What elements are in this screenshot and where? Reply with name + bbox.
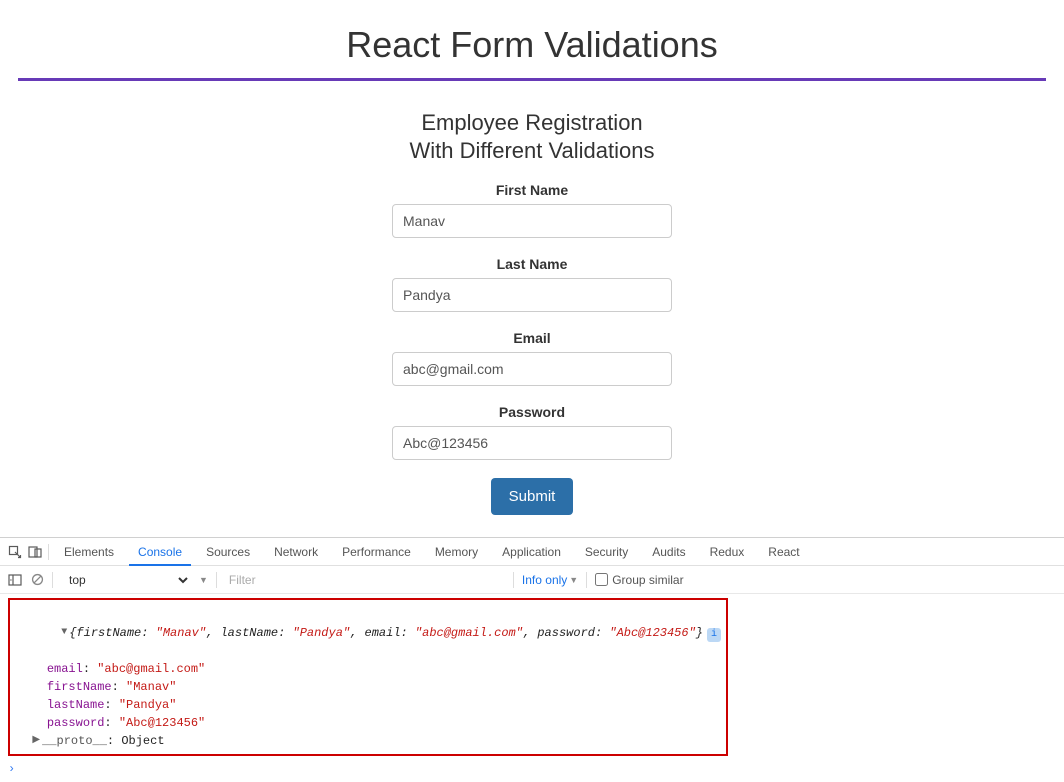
console-sidebar-toggle-icon[interactable] [8, 573, 22, 587]
header-divider [18, 78, 1046, 81]
tab-sources[interactable]: Sources [197, 538, 259, 566]
context-select[interactable]: top [61, 570, 191, 590]
field-password: Password [362, 404, 702, 460]
group-similar-label: Group similar [612, 573, 683, 587]
log-level-label: Info only [522, 573, 567, 587]
field-email: Email [362, 330, 702, 386]
console-prop-row: lastName: "Pandya" [18, 696, 718, 714]
console-prompt-icon[interactable]: › [0, 762, 1064, 782]
group-similar-checkbox[interactable] [595, 573, 608, 586]
last-name-label: Last Name [362, 256, 702, 272]
console-prop-row: firstName: "Manav" [18, 678, 718, 696]
info-badge-icon[interactable]: i [707, 628, 721, 642]
tab-security[interactable]: Security [576, 538, 637, 566]
last-name-input[interactable] [392, 278, 672, 312]
page-title: React Form Validations [0, 0, 1064, 78]
tab-elements[interactable]: Elements [55, 538, 123, 566]
email-label: Email [362, 330, 702, 346]
tab-network[interactable]: Network [265, 538, 327, 566]
form-heading-line1: Employee Registration [421, 110, 642, 135]
log-level-select[interactable]: Info only ▼ [522, 573, 578, 587]
console-prop-row: password: "Abc@123456" [18, 714, 718, 732]
tab-console[interactable]: Console [129, 538, 191, 566]
inspect-icon[interactable] [8, 545, 22, 559]
first-name-label: First Name [362, 182, 702, 198]
devtools-tabbar: Elements Console Sources Network Perform… [0, 538, 1064, 566]
submit-button[interactable]: Submit [491, 478, 574, 515]
context-caret-icon: ▼ [199, 575, 208, 585]
expand-toggle-icon[interactable]: ▶ [32, 735, 40, 746]
email-input[interactable] [392, 352, 672, 386]
tab-audits[interactable]: Audits [643, 538, 694, 566]
tab-performance[interactable]: Performance [333, 538, 420, 566]
password-label: Password [362, 404, 702, 420]
console-filter-input[interactable] [225, 571, 505, 589]
console-output: ▼{firstName: "Manav", lastName: "Pandya"… [8, 598, 728, 756]
field-last-name: Last Name [362, 256, 702, 312]
tab-application[interactable]: Application [493, 538, 570, 566]
registration-form: Employee Registration With Different Val… [362, 109, 702, 515]
form-heading-line2: With Different Validations [410, 138, 655, 163]
clear-console-icon[interactable] [30, 573, 44, 587]
console-subbar: top ▼ Info only ▼ Group similar [0, 566, 1064, 594]
tab-memory[interactable]: Memory [426, 538, 487, 566]
console-proto-row[interactable]: ▶__proto__: Object [18, 732, 718, 750]
first-name-input[interactable] [392, 204, 672, 238]
group-similar-toggle[interactable]: Group similar [595, 573, 683, 587]
form-heading: Employee Registration With Different Val… [362, 109, 702, 164]
tabbar-sep [48, 544, 49, 560]
log-level-caret-icon: ▼ [569, 575, 578, 585]
tab-react[interactable]: React [759, 538, 808, 566]
field-first-name: First Name [362, 182, 702, 238]
expand-toggle-icon[interactable]: ▼ [61, 627, 67, 638]
password-input[interactable] [392, 426, 672, 460]
console-object-summary[interactable]: ▼{firstName: "Manav", lastName: "Pandya"… [18, 606, 718, 660]
device-toggle-icon[interactable] [28, 545, 42, 559]
tab-redux[interactable]: Redux [701, 538, 754, 566]
console-prop-row: email: "abc@gmail.com" [18, 660, 718, 678]
devtools-panel: Elements Console Sources Network Perform… [0, 537, 1064, 782]
